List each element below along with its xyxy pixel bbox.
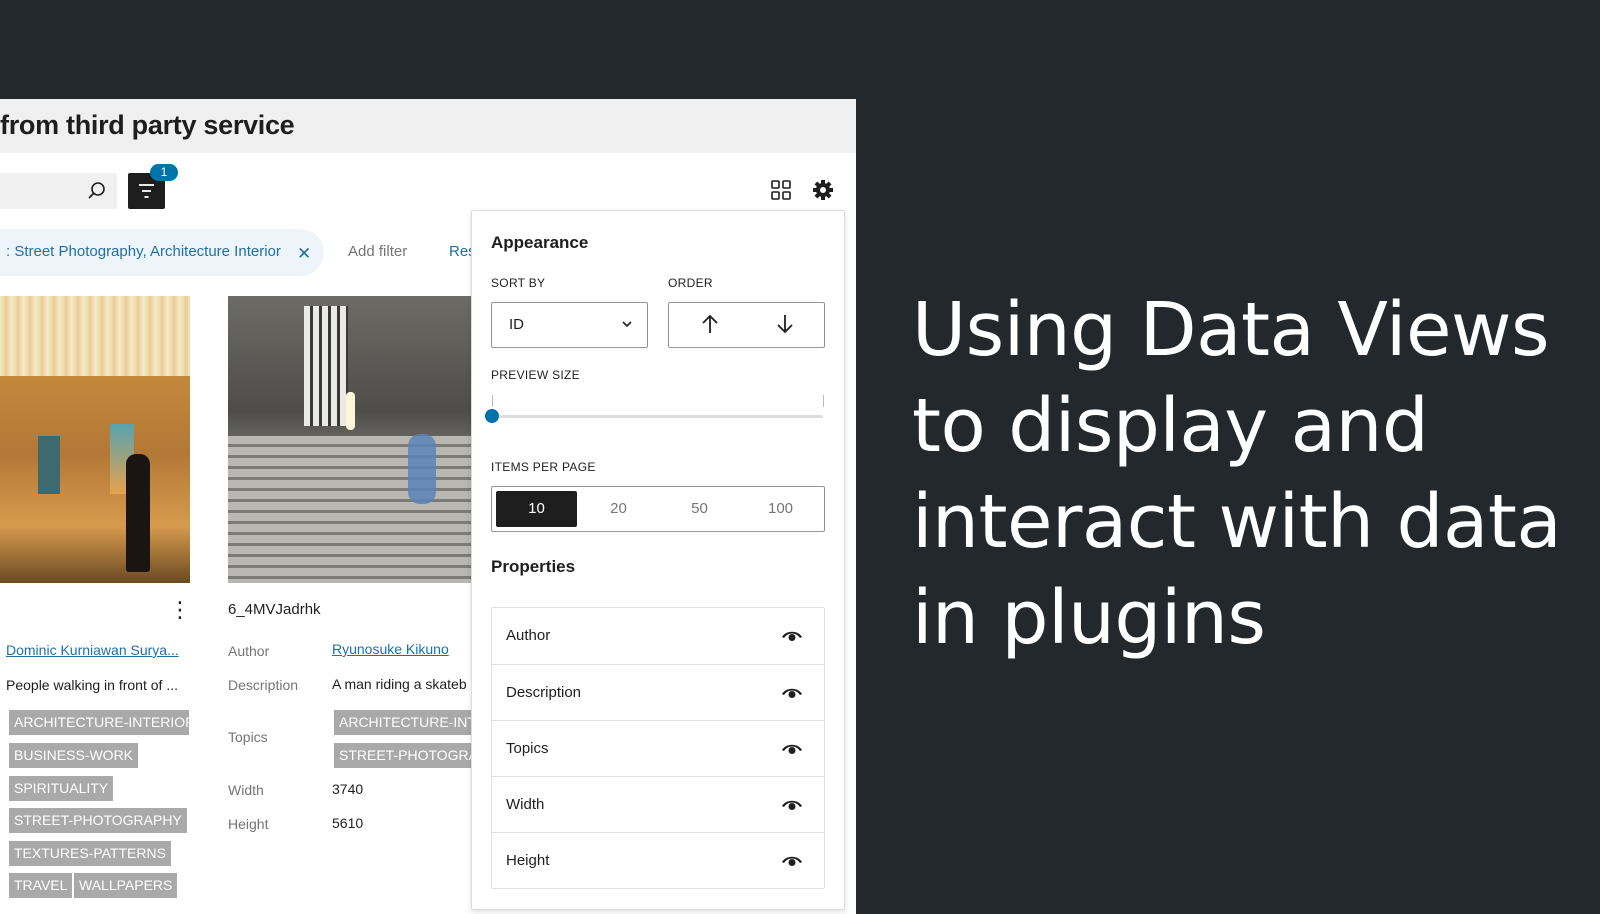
items-per-page-label: ITEMS PER PAGE (491, 460, 596, 474)
view-options-panel: Appearance SORT BY ORDER ID PREVIEW SIZE… (471, 210, 845, 910)
headline-line: in plugins (912, 575, 1266, 661)
headline-line: to display and (912, 383, 1429, 469)
layout-grid-icon[interactable] (771, 180, 791, 205)
items-per-page-control: 10 20 50 100 (491, 486, 825, 532)
chevron-down-icon (622, 321, 632, 328)
headline-line: interact with data (912, 479, 1562, 565)
topic-tag: ARCHITECTURE-INT (334, 710, 474, 735)
preview-size-slider-thumb[interactable] (485, 409, 499, 423)
slider-tick-min (492, 395, 493, 407)
reset-filters-button[interactable]: Reset (449, 243, 471, 260)
items-per-page-option[interactable]: 10 (496, 491, 577, 527)
card-author-link[interactable]: Dominic Kurniawan Surya... (6, 642, 179, 658)
close-icon[interactable]: ✕ (297, 244, 311, 264)
eye-icon[interactable] (781, 853, 803, 869)
eye-icon[interactable] (781, 797, 803, 813)
field-label-height: Height (228, 816, 269, 832)
topic-tag: STREET-PHOTOGRAPHY (9, 808, 187, 833)
card-image-2[interactable] (228, 296, 472, 583)
filter-icon (139, 184, 154, 198)
field-label-author: Author (228, 643, 270, 659)
search-icon (87, 181, 107, 201)
eye-icon[interactable] (781, 741, 803, 757)
property-row-width: Width (492, 776, 824, 833)
preview-size-label: PREVIEW SIZE (491, 368, 580, 382)
eye-icon[interactable] (781, 685, 803, 701)
topic-tag: SPIRITUALITY (9, 776, 114, 801)
sort-by-label: SORT BY (491, 276, 546, 290)
properties-list: Author Description Topics Width Height (491, 607, 825, 889)
field-value-width: 3740 (332, 781, 364, 797)
property-row-author: Author (492, 608, 824, 664)
search-input[interactable] (0, 173, 117, 209)
field-label-width: Width (228, 782, 264, 798)
items-per-page-option[interactable]: 100 (740, 491, 821, 527)
topic-tag: STREET-PHOTOGRA (334, 743, 474, 768)
property-name: Height (506, 852, 550, 869)
order-toggle (668, 302, 825, 348)
active-filter-chip[interactable]: : Street Photography, Architecture Inter… (0, 229, 324, 276)
items-per-page-option[interactable]: 50 (659, 491, 740, 527)
items-per-page-option[interactable]: 20 (578, 491, 659, 527)
order-label: ORDER (668, 276, 713, 290)
field-value-height: 5610 (332, 815, 364, 831)
filter-count-badge: 1 (150, 164, 178, 181)
topic-tag: TRAVEL (9, 873, 73, 898)
card-description: A man riding a skateb (332, 676, 467, 692)
arrow-up-icon[interactable] (700, 313, 720, 335)
arrow-down-icon[interactable] (775, 313, 795, 335)
add-filter-button[interactable]: Add filter (348, 243, 407, 260)
property-name: Author (506, 627, 551, 644)
more-actions-icon[interactable]: ⋮ (169, 599, 191, 621)
topic-tag: BUSINESS-WORK (9, 743, 139, 768)
property-row-topics: Topics (492, 720, 824, 777)
card-image-1[interactable] (0, 296, 190, 583)
sort-by-select[interactable]: ID (491, 302, 648, 348)
eye-icon[interactable] (781, 628, 803, 644)
field-label-description: Description (228, 677, 299, 693)
topic-tag: ARCHITECTURE-INTERIOR (9, 710, 189, 735)
topic-tag: WALLPAPERS (74, 873, 178, 898)
properties-heading: Properties (491, 557, 576, 576)
preview-size-slider[interactable] (491, 415, 823, 418)
active-filter-label: : Street Photography, Architecture Inter… (6, 243, 281, 260)
property-name: Width (506, 796, 545, 813)
sort-by-value: ID (509, 316, 524, 333)
card-description: People walking in front of ... (6, 677, 178, 693)
card-title: 6_4MVJadrhk (228, 601, 321, 618)
slider-tick-max (823, 395, 824, 407)
headline-line: Using Data Views (912, 287, 1550, 373)
card-author-link[interactable]: Ryunosuke Kikuno (332, 641, 449, 657)
property-name: Topics (506, 740, 549, 757)
headline: Using Data Views to display and interact… (912, 282, 1592, 666)
property-row-description: Description (492, 664, 824, 721)
topic-tag: TEXTURES-PATTERNS (9, 841, 171, 866)
page-title: from third party service (0, 110, 295, 140)
field-label-topics: Topics (228, 729, 268, 745)
app-header: from third party service (0, 99, 856, 153)
property-row-height: Height (492, 832, 824, 889)
gear-icon[interactable] (812, 179, 834, 206)
appearance-heading: Appearance (491, 233, 589, 252)
property-name: Description (506, 684, 582, 701)
